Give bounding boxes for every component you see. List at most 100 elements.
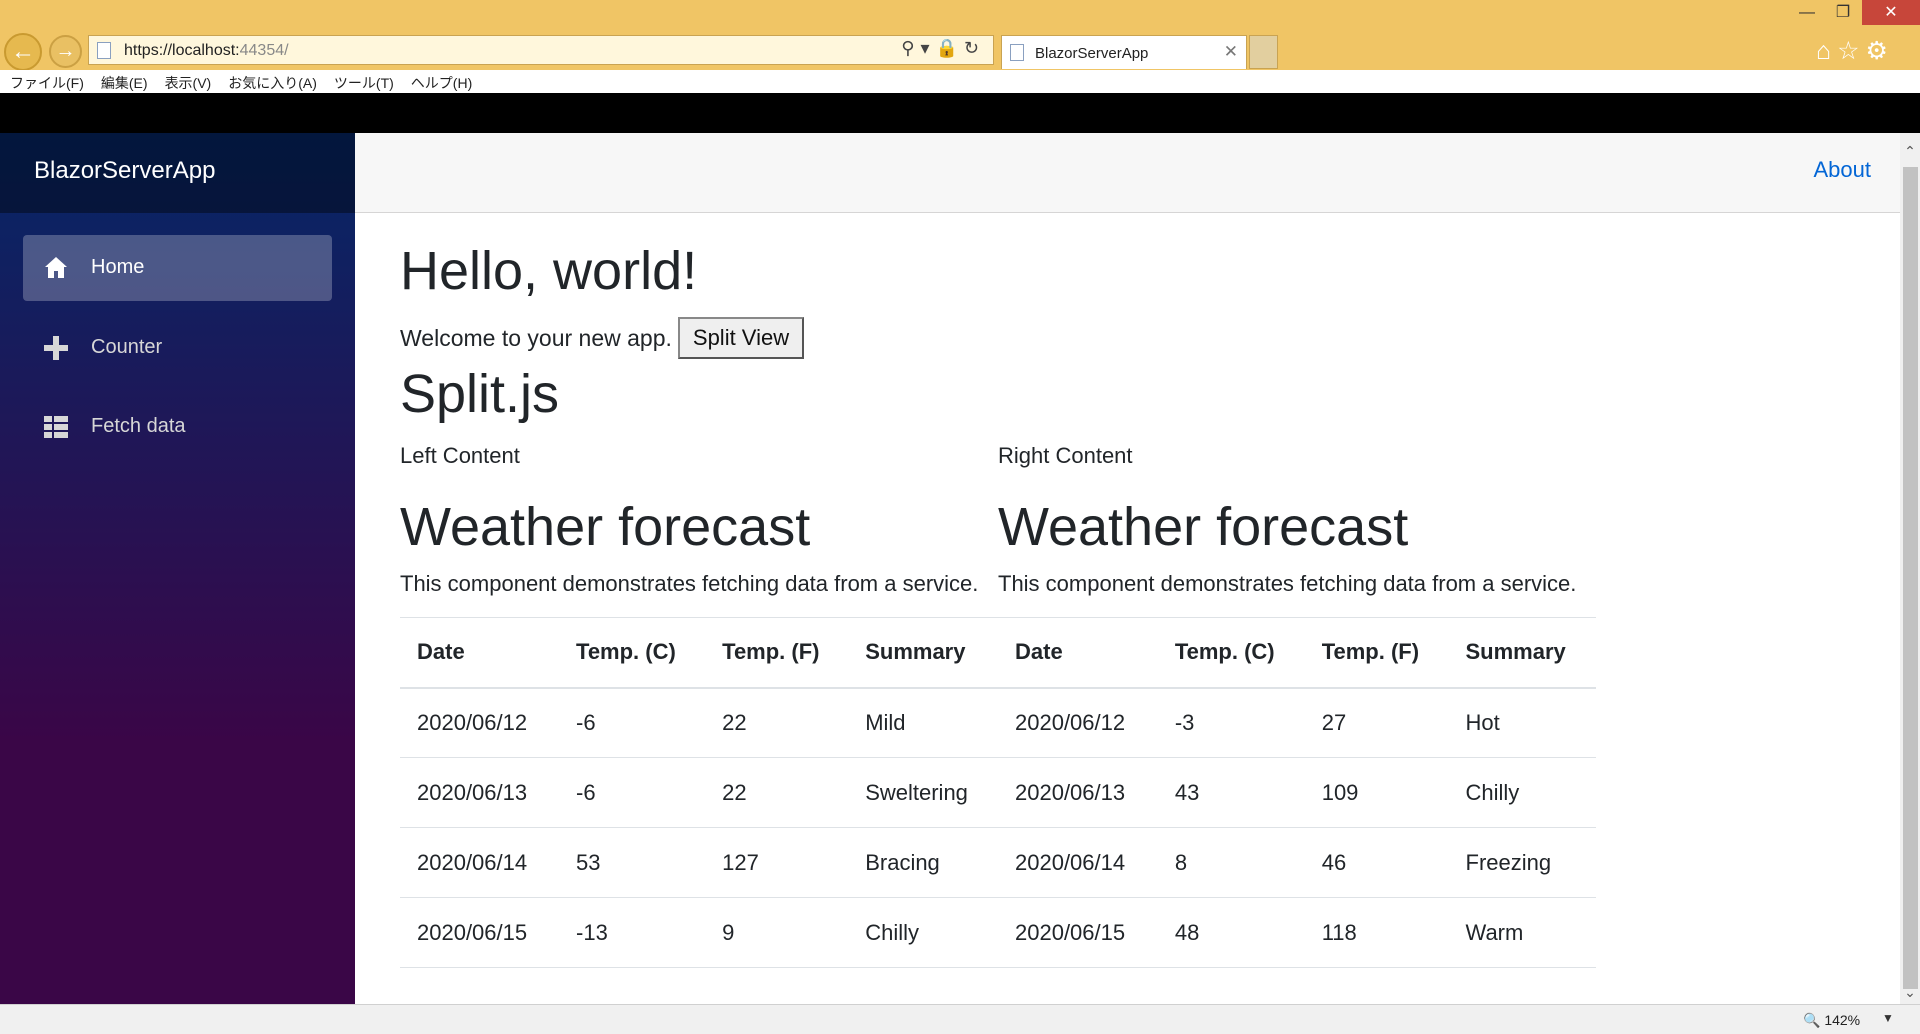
lock-icon[interactable]: 🔒	[935, 38, 963, 58]
minimize-button[interactable]: —	[1790, 0, 1824, 25]
zoom-dropdown-icon[interactable]: ▼	[1882, 1011, 1894, 1025]
split-heading: Split.js	[400, 364, 560, 424]
table-row: 2020/06/12 -3 27 Hot	[998, 687, 1596, 758]
welcome-text: Welcome to your new app.	[400, 325, 672, 351]
left-weather-title: Weather forecast	[400, 497, 811, 557]
cell-summary: Sweltering	[848, 757, 998, 828]
right-weather-table: Date Temp. (C) Temp. (F) Summary 2020/06…	[998, 617, 1596, 968]
zoom-icon: 🔍	[1803, 1012, 1821, 1028]
page-icon	[97, 42, 111, 59]
new-tab-button[interactable]	[1249, 35, 1278, 69]
home-icon	[45, 257, 67, 278]
tab-close-icon[interactable]: ✕	[1224, 42, 1238, 62]
gear-icon[interactable]: ⚙	[1866, 37, 1894, 65]
home-icon[interactable]: ⌂	[1816, 37, 1837, 65]
cell-temp-f: 22	[705, 687, 849, 758]
page-title: Hello, world!	[400, 241, 698, 301]
right-pane: Right Content Weather forecast This comp…	[998, 443, 1596, 968]
column-header-summary: Summary	[1448, 617, 1596, 689]
scroll-thumb[interactable]	[1903, 167, 1918, 989]
cell-temp-f: 127	[705, 827, 849, 898]
refresh-icon[interactable]: ↻	[964, 38, 985, 58]
browser-toolbar-right: ⌂☆⚙	[1816, 36, 1894, 66]
menu-tools[interactable]: ツール(T)	[324, 70, 401, 93]
cell-temp-c: -3	[1157, 687, 1305, 758]
table-row: 2020/06/15 -13 9 Chilly	[400, 897, 998, 968]
menu-bar: ファイル(F) 編集(E) 表示(V) お気に入り(A) ツール(T) ヘルプ(H)	[0, 70, 1920, 93]
cell-temp-c: -6	[559, 757, 706, 828]
cell-temp-f: 27	[1304, 687, 1449, 758]
browser-titlebar: ← → https://localhost:44354/ ⚲▾🔒↻ Blazor…	[0, 0, 1920, 71]
table-row: 2020/06/13 43 109 Chilly	[998, 757, 1596, 828]
table-header-row: Date Temp. (C) Temp. (F) Summary	[998, 617, 1596, 689]
cell-summary: Mild	[848, 687, 998, 758]
cell-date: 2020/06/14	[400, 827, 560, 898]
cell-summary: Warm	[1448, 897, 1596, 968]
zoom-value: 142%	[1824, 1012, 1861, 1028]
column-header-temp-f: Temp. (F)	[705, 617, 849, 689]
cell-temp-f: 22	[705, 757, 849, 828]
right-pane-label: Right Content	[998, 443, 1133, 468]
menu-view[interactable]: 表示(V)	[155, 70, 219, 93]
right-weather-title: Weather forecast	[998, 497, 1409, 557]
address-bar[interactable]: https://localhost:44354/ ⚲▾🔒↻	[88, 35, 994, 65]
url-port: 44354/	[239, 42, 289, 59]
sidebar-item-fetch-data[interactable]: Fetch data	[23, 394, 332, 460]
cell-summary: Bracing	[848, 827, 998, 898]
sidebar-item-counter[interactable]: Counter	[23, 315, 332, 381]
cell-date: 2020/06/12	[998, 687, 1158, 758]
split-view-button[interactable]: Split View	[678, 317, 804, 359]
menu-favorites[interactable]: お気に入り(A)	[218, 70, 324, 93]
menu-edit[interactable]: 編集(E)	[91, 70, 155, 93]
left-weather-description: This component demonstrates fetching dat…	[400, 571, 979, 596]
back-button[interactable]: ←	[4, 33, 42, 71]
browser-tab[interactable]: BlazorServerApp ✕	[1001, 35, 1247, 69]
top-row: About	[355, 133, 1900, 213]
cell-temp-c: 43	[1157, 757, 1305, 828]
cell-temp-c: 48	[1157, 897, 1305, 968]
cell-temp-f: 118	[1304, 897, 1449, 968]
sidebar-item-home[interactable]: Home	[23, 235, 332, 301]
cell-date: 2020/06/13	[400, 757, 560, 828]
cell-summary: Freezing	[1448, 827, 1596, 898]
table-row: 2020/06/13 -6 22 Sweltering	[400, 757, 998, 828]
menu-help[interactable]: ヘルプ(H)	[401, 70, 479, 93]
vertical-scrollbar[interactable]: ⌃ ⌄	[1900, 133, 1920, 1004]
search-icon[interactable]: ⚲	[901, 38, 920, 58]
cell-date: 2020/06/14	[998, 827, 1158, 898]
column-header-temp-c: Temp. (C)	[1157, 617, 1305, 689]
address-bar-icons[interactable]: ⚲▾🔒↻	[901, 38, 985, 59]
cell-temp-c: -6	[559, 687, 706, 758]
zoom-level[interactable]: 🔍 142%	[1803, 1012, 1860, 1029]
about-link[interactable]: About	[1814, 157, 1872, 183]
scroll-down-arrow-icon[interactable]: ⌄	[1900, 984, 1920, 1004]
cell-temp-c: 8	[1157, 827, 1305, 898]
close-window-button[interactable]: ✕	[1862, 0, 1920, 25]
maximize-button[interactable]: ❐	[1826, 0, 1860, 25]
cell-temp-f: 9	[705, 897, 849, 968]
right-weather-description: This component demonstrates fetching dat…	[998, 571, 1577, 596]
table-row: 2020/06/15 48 118 Warm	[998, 897, 1596, 968]
brand-link[interactable]: BlazorServerApp	[34, 157, 215, 185]
favorites-star-icon[interactable]: ☆	[1837, 37, 1865, 65]
cell-date: 2020/06/12	[400, 687, 560, 758]
table-row: 2020/06/12 -6 22 Mild	[400, 687, 998, 758]
black-band	[0, 93, 1920, 133]
status-bar: 🔍 142% ▼	[0, 1004, 1920, 1034]
cell-temp-f: 46	[1304, 827, 1449, 898]
menu-file[interactable]: ファイル(F)	[0, 70, 91, 93]
column-header-temp-c: Temp. (C)	[559, 617, 706, 689]
url-text[interactable]: https://localhost:44354/	[124, 42, 289, 60]
table-row: 2020/06/14 53 127 Bracing	[400, 827, 998, 898]
left-weather-table: Date Temp. (C) Temp. (F) Summary 2020/06…	[400, 617, 998, 968]
dropdown-icon[interactable]: ▾	[920, 38, 935, 58]
cell-date: 2020/06/15	[400, 897, 560, 968]
column-header-date: Date	[998, 617, 1158, 689]
forward-button[interactable]: →	[49, 35, 82, 68]
scroll-up-arrow-icon[interactable]: ⌃	[1900, 143, 1920, 163]
tab-title: BlazorServerApp	[1035, 45, 1149, 62]
sidebar: BlazorServerApp Home Counter Fetch data	[0, 133, 355, 1004]
cell-summary: Chilly	[848, 897, 998, 968]
plus-icon	[44, 336, 68, 360]
sidebar-item-label: Fetch data	[91, 415, 186, 437]
